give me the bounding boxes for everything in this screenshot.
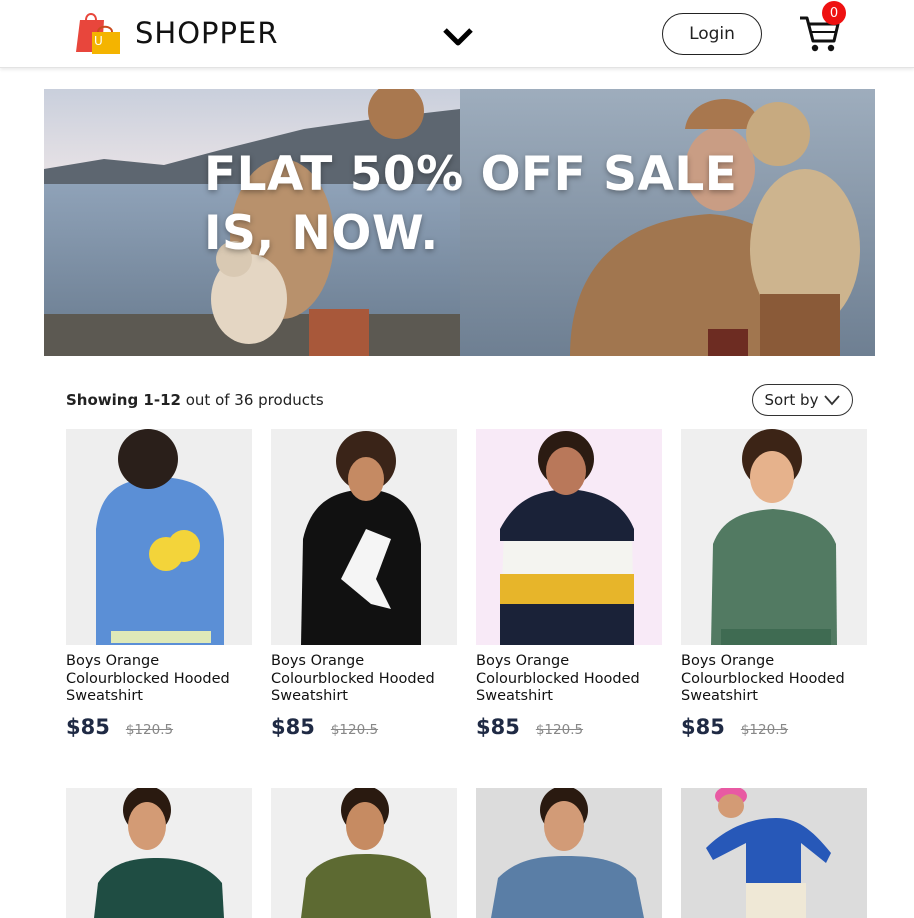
product-price: $85 [271, 714, 315, 739]
brand-name[interactable]: SHOPPER [135, 16, 279, 50]
product-title[interactable]: Boys Orange Colourblocked Hooded Sweatsh… [681, 653, 871, 706]
product-title[interactable]: Boys Orange Colourblocked Hooded Sweatsh… [66, 653, 256, 706]
product-card[interactable] [271, 788, 457, 918]
product-old-price: $120.5 [125, 721, 174, 738]
product-card[interactable]: Boys Orange Colourblocked Hooded Sweatsh… [271, 429, 457, 739]
sort-button[interactable]: Sort by [752, 384, 853, 416]
product-image[interactable] [271, 429, 457, 645]
cart-count-badge: 0 [822, 1, 846, 25]
product-price: $85 [681, 714, 725, 739]
product-image[interactable] [476, 788, 662, 918]
hero-headline-line1: FLAT 50% OFF SALE [204, 147, 738, 202]
product-prices: $85 $120.5 [271, 715, 457, 739]
product-image[interactable] [66, 788, 252, 918]
product-card[interactable]: Boys Orange Colourblocked Hooded Sweatsh… [681, 429, 867, 739]
chevron-down-icon[interactable] [442, 26, 474, 48]
sort-chevron-icon [824, 395, 841, 406]
product-old-price: $120.5 [740, 721, 789, 738]
results-total: out of 36 products [180, 391, 324, 409]
svg-text:U: U [94, 34, 103, 48]
product-image[interactable] [476, 429, 662, 645]
product-prices: $85 $120.5 [476, 715, 662, 739]
product-prices: $85 $120.5 [681, 715, 867, 739]
product-image[interactable] [681, 429, 867, 645]
product-title[interactable]: Boys Orange Colourblocked Hooded Sweatsh… [476, 653, 666, 706]
product-card[interactable] [681, 788, 867, 918]
product-card[interactable]: Boys Orange Colourblocked Hooded Sweatsh… [476, 429, 662, 739]
product-prices: $85 $120.5 [66, 715, 252, 739]
product-price: $85 [66, 714, 110, 739]
site-header: U SHOPPER Login 0 [0, 0, 914, 68]
shopping-bag-logo-icon[interactable]: U [74, 12, 122, 56]
product-image[interactable] [66, 429, 252, 645]
product-card[interactable]: Boys Orange Colourblocked Hooded Sweatsh… [66, 429, 252, 739]
results-count: Showing 1-12 out of 36 products [66, 391, 324, 409]
sort-label: Sort by [764, 391, 819, 409]
product-card[interactable] [476, 788, 662, 918]
product-image[interactable] [271, 788, 457, 918]
product-card[interactable] [66, 788, 252, 918]
product-old-price: $120.5 [535, 721, 584, 738]
product-title[interactable]: Boys Orange Colourblocked Hooded Sweatsh… [271, 653, 461, 706]
results-range: Showing 1-12 [66, 391, 181, 409]
hero-headline: FLAT 50% OFF SALE IS, NOW. [204, 145, 737, 263]
product-image[interactable] [681, 788, 867, 918]
product-price: $85 [476, 714, 520, 739]
hero-banner[interactable]: FLAT 50% OFF SALE IS, NOW. [44, 89, 875, 356]
product-old-price: $120.5 [330, 721, 379, 738]
login-button[interactable]: Login [662, 13, 762, 55]
hero-headline-line2: IS, NOW. [204, 206, 439, 261]
